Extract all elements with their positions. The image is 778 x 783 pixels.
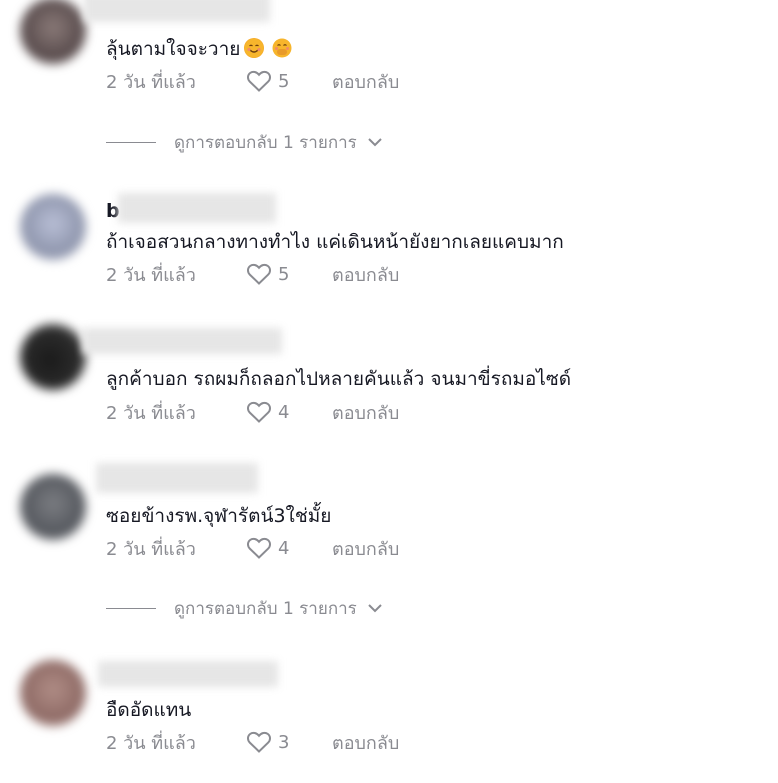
avatar[interactable] xyxy=(20,194,86,260)
divider-line xyxy=(106,141,156,143)
heart-icon xyxy=(247,401,271,423)
like-count: 5 xyxy=(278,70,290,92)
heart-icon xyxy=(247,70,271,92)
comment-meta: 2 วัน ที่แล้ว 5 ตอบกลับ xyxy=(106,67,399,95)
like-button[interactable]: 5 xyxy=(246,69,332,93)
avatar[interactable] xyxy=(20,474,86,540)
like-count: 4 xyxy=(278,537,290,559)
heart-icon xyxy=(247,263,271,285)
like-button[interactable]: 4 xyxy=(246,536,332,560)
username-blurred[interactable] xyxy=(98,661,278,687)
chevron-down-icon xyxy=(368,604,382,613)
comment-text: ถ้าเจอสวนกลางทางทำไง แค่เดินหน้ายังยากเล… xyxy=(106,231,564,253)
comment-time: 2 วัน ที่แล้ว xyxy=(106,402,196,424)
like-button[interactable]: 4 xyxy=(246,400,332,424)
username-blurred[interactable] xyxy=(84,0,270,22)
avatar[interactable] xyxy=(20,660,86,726)
avatar[interactable] xyxy=(20,324,86,390)
smiling-face-icon xyxy=(244,38,265,58)
comment-meta: 2 วัน ที่แล้ว 3 ตอบกลับ xyxy=(106,728,399,756)
username-blurred[interactable] xyxy=(96,463,258,493)
reply-button[interactable]: ตอบกลับ xyxy=(332,728,399,757)
comment-meta: 2 วัน ที่แล้ว 4 ตอบกลับ xyxy=(106,398,399,426)
view-replies-button[interactable]: ดูการตอบกลับ 1 รายการ xyxy=(106,595,383,621)
reply-button[interactable]: ตอบกลับ xyxy=(332,398,399,427)
comment-time: 2 วัน ที่แล้ว xyxy=(106,71,196,93)
like-count: 5 xyxy=(278,263,290,285)
heart-icon xyxy=(247,537,271,559)
username-blurred[interactable] xyxy=(82,328,282,354)
username-blurred[interactable] xyxy=(118,193,276,223)
avatar[interactable] xyxy=(20,0,86,64)
heart-icon xyxy=(247,731,271,753)
view-replies-button[interactable]: ดูการตอบกลับ 1 รายการ xyxy=(106,129,383,155)
chevron-down-icon xyxy=(368,138,382,147)
reply-button[interactable]: ตอบกลับ xyxy=(332,534,399,563)
like-button[interactable]: 3 xyxy=(246,730,332,754)
view-replies-label: ดูการตอบกลับ 1 รายการ xyxy=(174,598,357,619)
comment-time: 2 วัน ที่แล้ว xyxy=(106,538,196,560)
like-button[interactable]: 5 xyxy=(246,262,332,286)
comment-time: 2 วัน ที่แล้ว xyxy=(106,264,196,286)
divider-line xyxy=(106,607,156,609)
reply-button[interactable]: ตอบกลับ xyxy=(332,67,399,96)
comment-time: 2 วัน ที่แล้ว xyxy=(106,732,196,754)
reply-button[interactable]: ตอบกลับ xyxy=(332,260,399,289)
like-count: 4 xyxy=(278,401,290,423)
like-count: 3 xyxy=(278,731,290,753)
comment-meta: 2 วัน ที่แล้ว 5 ตอบกลับ xyxy=(106,260,399,288)
comment-text: ซอยข้างรพ.จุฬารัตน์3ใช่มั้ย xyxy=(106,505,332,527)
comment-text-content: ลุ้นตามใจจะวาย xyxy=(106,38,241,60)
view-replies-label: ดูการตอบกลับ 1 รายการ xyxy=(174,132,357,153)
hand-over-mouth-icon xyxy=(272,38,292,58)
comment-text: ลุ้นตามใจจะวาย xyxy=(106,36,292,62)
comment-text: อืดอัดแทน xyxy=(106,699,192,721)
comment-meta: 2 วัน ที่แล้ว 4 ตอบกลับ xyxy=(106,534,399,562)
comment-text: ลูกค้าบอก รถผมก็ถลอกไปหลายคันแล้ว จนมาขี… xyxy=(106,368,572,390)
